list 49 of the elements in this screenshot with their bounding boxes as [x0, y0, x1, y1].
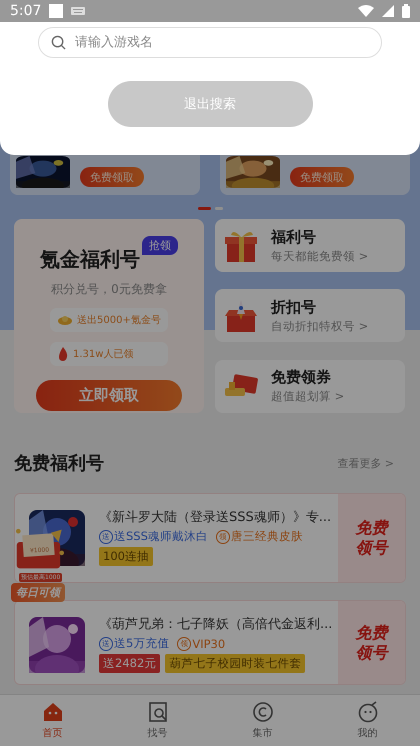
- keyboard-icon: [71, 7, 86, 15]
- perk-text: 唐三经典皮肤: [230, 529, 303, 544]
- home-icon: [42, 701, 64, 723]
- search-document-icon: [146, 701, 168, 723]
- daily-badge: 每日可领: [11, 583, 65, 602]
- shortcut-card[interactable]: 福利号 每天都能免费领 >: [215, 219, 405, 272]
- shortcut-subtitle: 超值超划算 >: [271, 389, 344, 404]
- free-claim-button[interactable]: 免费 领号: [338, 601, 405, 684]
- card-title: 氪金福利号: [40, 246, 140, 273]
- shortcut-card[interactable]: 免费领券 超值超划算 >: [215, 360, 405, 413]
- shortcut-title: 福利号: [271, 228, 317, 246]
- stat-text: 送出5000+氪金号: [77, 314, 161, 327]
- circle-icon: [252, 701, 274, 723]
- perk-text: 送5万充值: [114, 636, 170, 651]
- shortcut-subtitle: 自动折扣特权号 >: [271, 318, 368, 334]
- face-icon: [356, 701, 378, 723]
- perk-tag: 葫芦七子校园时装七件套: [165, 654, 306, 673]
- wifi-icon: [358, 5, 374, 17]
- search-icon: [51, 35, 66, 50]
- game-title: 《葫芦兄弟：七子降妖（高倍代金返利...: [99, 616, 334, 633]
- section-title: 免费福利号: [14, 452, 104, 475]
- signal-icon: [382, 5, 394, 17]
- search-field[interactable]: 请输入游戏名: [38, 27, 382, 58]
- notification-icon: [49, 4, 64, 18]
- shortcut-subtitle: 每天都能免费领 >: [271, 248, 368, 264]
- claim-button[interactable]: 免费领取: [80, 167, 144, 187]
- nav-tab[interactable]: 首页: [0, 695, 105, 746]
- ingot-icon: [58, 315, 72, 325]
- claim-button[interactable]: 免费领取: [290, 167, 354, 187]
- shortcut-title: 折扣号: [271, 298, 317, 317]
- nav-tab[interactable]: 集市: [210, 695, 315, 746]
- nav-tab[interactable]: 我的: [315, 695, 420, 746]
- flame-icon: [58, 347, 68, 361]
- perk-tag: 送2482元: [99, 654, 160, 673]
- perk-text: VIP30: [192, 636, 226, 650]
- claim-now-button[interactable]: 立即领取: [36, 380, 182, 411]
- card-subtitle: 积分兑号，0元免费拿: [51, 281, 167, 298]
- more-link[interactable]: 查看更多 >: [337, 456, 394, 470]
- shortcut-title: 免费领券: [271, 368, 332, 388]
- battery-icon: [402, 4, 410, 18]
- game-title: 《新斗罗大陆（登录送SSS魂师）》专...: [99, 509, 332, 526]
- clock: 5:07: [10, 3, 42, 19]
- free-claim-button[interactable]: 免费 领号: [338, 494, 405, 582]
- perk-tag: 100连抽: [99, 547, 153, 566]
- perk-text: 送SSS魂师戴沐白: [114, 529, 208, 544]
- stat-text: 1.31w人已领: [73, 348, 134, 361]
- tag-badge: 抢领: [142, 236, 178, 255]
- nav-tab[interactable]: 找号: [105, 695, 210, 746]
- shortcut-card[interactable]: 折扣号 自动折扣特权号 >: [215, 289, 405, 342]
